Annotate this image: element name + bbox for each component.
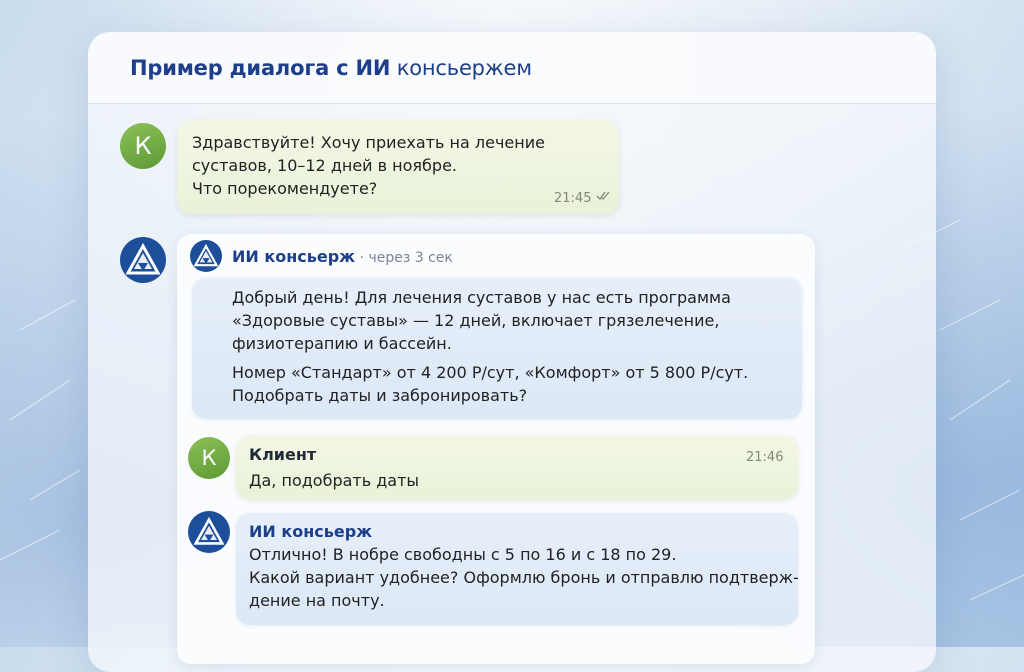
page-title: Пример диалога с ИИ консьержем <box>130 55 532 80</box>
triangle-logo-icon <box>126 243 160 275</box>
triangle-logo-icon <box>194 517 224 545</box>
ai-message-bubble: Добрый день! Для лечения суставов у нас … <box>192 278 802 419</box>
triangle-logo-icon <box>194 244 218 267</box>
ai-avatar <box>120 237 166 283</box>
message-text: Да, подобрать даты <box>249 471 420 490</box>
double-check-icon <box>596 191 610 201</box>
client-reply-bubble: Клиент 21:46 Да, подобрать даты <box>236 435 798 499</box>
client-avatar: К <box>120 123 166 169</box>
message-time: 21:45 <box>554 191 592 206</box>
ai-reply-bubble: ИИ консьерж Отлично! В нобре свободны с … <box>236 513 799 625</box>
message-time: 21:46 <box>746 450 784 465</box>
client-avatar-small: К <box>188 437 230 479</box>
sender-name: Клиент <box>249 445 317 464</box>
client-message-bubble: Здравствуйте! Хочу приехать на лечение с… <box>177 120 619 214</box>
panel-header: Пример диалога с ИИ консьержем <box>88 32 936 104</box>
sender-name: ИИ консьерж <box>249 522 373 541</box>
ai-avatar-small <box>188 511 230 553</box>
ai-sender-line: ИИ консьерж · через 3 сек <box>232 247 453 266</box>
ai-small-avatar <box>190 240 222 272</box>
